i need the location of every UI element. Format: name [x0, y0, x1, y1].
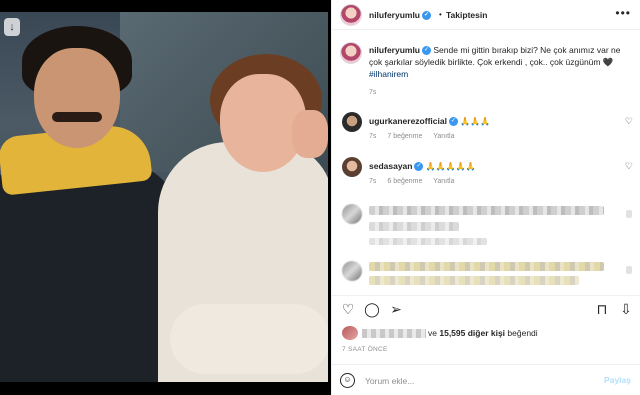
post-side-panel: niluferyumlu ✓ • Takiptesin ••• niluferyu… — [331, 0, 640, 395]
blurred-liker-name — [362, 329, 426, 338]
blurred-comment-heart — [626, 210, 632, 218]
download-arrow-icon[interactable]: ↓ — [4, 18, 20, 36]
verified-badge-icon: ✓ — [422, 46, 432, 56]
heart-icon[interactable]: ♡ — [340, 301, 356, 317]
comment-like-heart-icon[interactable]: ♡ — [625, 161, 633, 172]
comment-likes[interactable]: 6 beğenme — [387, 178, 422, 185]
blurred-comment-meta — [369, 238, 487, 245]
blurred-comment-avatar — [342, 261, 362, 281]
caption-hashtag[interactable]: #ilhanirem — [369, 69, 408, 79]
liker-avatar[interactable] — [342, 326, 358, 340]
comment-item: ugurkanerezofficial ✓ 🙏🙏🙏 7s 7 beğenme Ya… — [332, 110, 640, 150]
comment-likes[interactable]: 7 beğenme — [387, 133, 422, 140]
likes-prefix: ve — [428, 328, 437, 338]
post-timestamp[interactable]: 7 SAAT ÖNCE — [342, 346, 388, 353]
photo-man-face — [34, 48, 120, 148]
comment-username[interactable]: sedasayan — [369, 161, 412, 171]
share-icon[interactable]: ➢ — [388, 301, 404, 317]
comment-input[interactable] — [365, 374, 595, 388]
comment-like-heart-icon[interactable]: ♡ — [625, 116, 633, 127]
blurred-comment-text — [369, 222, 459, 231]
post-photo[interactable] — [0, 12, 328, 382]
instagram-post-view: ↓ niluferyumlu ✓ • Takiptesin ••• nilufer… — [0, 0, 640, 395]
verified-badge-icon: ✓ — [422, 11, 432, 21]
header-username[interactable]: niluferyumlu ✓ — [369, 10, 432, 21]
comment-time: 7s — [369, 133, 377, 140]
likes-text: ve 15,595 diğer kişi beğendi — [428, 328, 538, 338]
verified-badge-icon: ✓ — [414, 162, 424, 172]
follow-status-button[interactable]: Takiptesin — [446, 10, 487, 20]
likes-summary: ve 15,595 diğer kişi beğendi — [342, 326, 640, 340]
bookmark-icon[interactable]: ⊓ — [594, 301, 610, 317]
blurred-comment-avatar — [342, 204, 362, 224]
blurred-comment-text — [369, 262, 604, 271]
comment-text: sedasayan ✓ 🙏🙏🙏🙏🙏 — [369, 161, 476, 172]
blurred-comment-text — [369, 206, 604, 215]
photo-woman-hand — [292, 110, 328, 158]
caption-avatar[interactable] — [340, 42, 362, 64]
comment-composer: ☺ Paylaş — [332, 364, 640, 395]
likes-count[interactable]: 15,595 diğer kişi — [439, 328, 505, 338]
comment-reply-button[interactable]: Yanıtla — [433, 133, 454, 140]
comment-icon[interactable]: ◯ — [364, 301, 380, 317]
photo-woman-arm — [170, 304, 328, 374]
comment-time: 7s — [369, 178, 377, 185]
post-comment-button[interactable]: Paylaş — [604, 375, 631, 385]
post-header: niluferyumlu ✓ • Takiptesin ••• — [332, 0, 640, 30]
more-options-icon[interactable]: ••• — [615, 6, 631, 20]
photo-man-mustache — [52, 112, 102, 122]
comment-body: 🙏🙏🙏🙏🙏 — [425, 162, 476, 171]
comment-username[interactable]: ugurkanerezofficial — [369, 116, 447, 126]
blurred-comment-text — [369, 276, 579, 285]
comment-reply-button[interactable]: Yanıtla — [433, 178, 454, 185]
header-username-text[interactable]: niluferyumlu — [369, 10, 420, 20]
verified-badge-icon: ✓ — [448, 117, 458, 127]
caption-username[interactable]: niluferyumlu — [369, 45, 420, 55]
post-photo-pane: ↓ — [0, 0, 331, 395]
comment-avatar[interactable] — [342, 112, 362, 132]
comment-avatar[interactable] — [342, 157, 362, 177]
comment-body: 🙏🙏🙏 — [460, 117, 491, 126]
comment-item: sedasayan ✓ 🙏🙏🙏🙏🙏 7s 6 beğenme Yanıtla ♡ — [332, 155, 640, 195]
blurred-comment-heart — [626, 266, 632, 274]
avatar[interactable] — [340, 4, 362, 26]
download-icon[interactable]: ⇩ — [618, 301, 634, 317]
comment-meta: 7s 7 beğenme Yanıtla — [369, 133, 464, 140]
likes-suffix: beğendi — [507, 328, 538, 338]
comment-text: ugurkanerezofficial ✓ 🙏🙏🙏 — [369, 116, 491, 127]
caption-text: niluferyumlu ✓ Sende mi gittin bırakıp bi… — [369, 44, 631, 80]
post-actions: ♡ ◯ ➢ ⊓ ⇩ — [332, 295, 640, 323]
caption-time: 7s — [369, 89, 377, 96]
emoji-picker-icon[interactable]: ☺ — [340, 373, 355, 388]
photo-man-body — [0, 162, 180, 382]
header-separator: • — [439, 10, 442, 19]
comment-meta: 7s 6 beğenme Yanıtla — [369, 178, 464, 185]
